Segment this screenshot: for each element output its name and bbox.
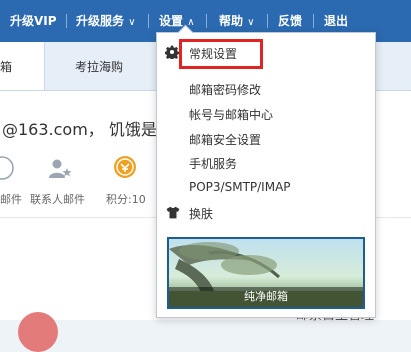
- chevron-up-icon: ∧: [187, 17, 195, 28]
- skin-preview[interactable]: 纯净邮箱: [167, 237, 365, 309]
- nav-divider: [267, 14, 268, 28]
- shirt-icon: [166, 206, 180, 219]
- mail-icon[interactable]: [0, 156, 14, 180]
- menu-item-pop3[interactable]: POP3/SMTP/IMAP: [189, 180, 291, 194]
- quick-action-mail[interactable]: 邮件: [0, 191, 22, 207]
- tab-label: 箱: [0, 60, 13, 74]
- menu-item-skin[interactable]: 换肤: [189, 205, 213, 222]
- nav-divider: [313, 14, 314, 28]
- skin-caption: 纯净邮箱: [169, 287, 363, 307]
- highlight-box: [179, 39, 263, 69]
- contact-star-icon[interactable]: [48, 156, 72, 180]
- nav-divider: [148, 14, 149, 28]
- quick-action-points[interactable]: 积分:10: [106, 191, 146, 207]
- points-icon[interactable]: [113, 155, 137, 179]
- menu-item-account-center[interactable]: 帐号与邮箱中心: [189, 106, 273, 123]
- menu-item-security[interactable]: 邮箱安全设置: [189, 131, 261, 148]
- settings-dropdown-menu: 常规设置 邮箱密码修改 帐号与邮箱中心 邮箱安全设置 手机服务 POP3/SMT…: [156, 24, 376, 318]
- tab-label: 考拉海购: [75, 60, 124, 74]
- avatar[interactable]: [18, 312, 58, 352]
- nav-divider: [206, 14, 207, 28]
- menu-item-mobile[interactable]: 手机服务: [189, 155, 237, 172]
- gear-icon: [165, 45, 179, 59]
- nav-label: 帮助: [219, 14, 244, 28]
- nav-divider: [66, 14, 67, 28]
- tab-kaola[interactable]: 考拉海购: [75, 42, 123, 90]
- nav-upgrade-service[interactable]: 升级服务 ∨: [76, 0, 136, 42]
- quick-action-contacts[interactable]: 联系人邮件: [30, 191, 85, 207]
- tab-mailbox[interactable]: 箱: [0, 42, 45, 90]
- nav-upgrade-vip[interactable]: 升级VIP: [10, 0, 57, 42]
- chevron-down-icon: ∨: [128, 17, 136, 28]
- nav-label: 设置: [159, 14, 184, 28]
- menu-item-password[interactable]: 邮箱密码修改: [189, 81, 261, 98]
- greeting-text: @163.com， 饥饿是一: [2, 120, 173, 139]
- nav-label: 升级服务: [76, 14, 125, 28]
- chevron-down-icon: ∨: [247, 17, 255, 28]
